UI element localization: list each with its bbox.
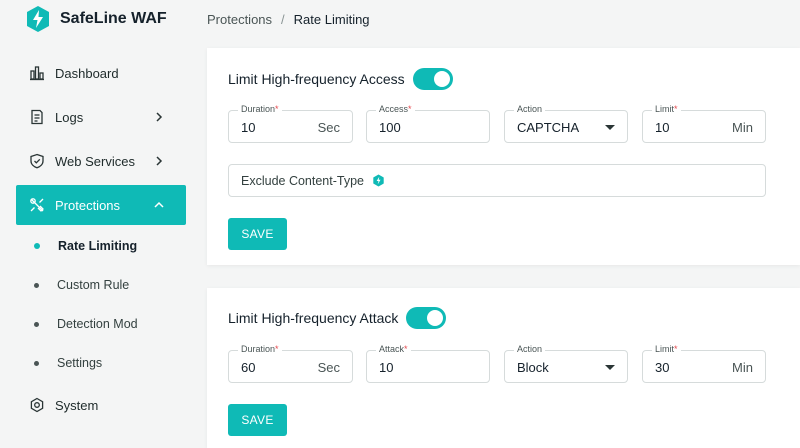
field-label: Duration* [238,104,282,114]
attack-action-select[interactable]: Action Block [504,344,628,383]
attack-card-header: Limit High-frequency Attack [228,307,447,329]
sidebar-item-web-services[interactable]: Web Services [16,141,186,181]
attack-enable-toggle[interactable] [406,307,447,329]
access-duration-field[interactable]: Duration* 10 Sec [228,104,353,143]
bullet-dot [34,360,39,366]
gear-icon [28,396,46,414]
access-card-title: Limit High-frequency Access [228,71,405,87]
sidebar-subitem-label: Settings [57,356,103,370]
tools-icon [28,196,46,214]
field-label: Limit* [652,104,681,114]
field-label: Limit* [652,344,681,354]
field-label: Attack* [376,344,411,354]
access-count-field[interactable]: Access* 100 [366,104,490,143]
document-icon [28,108,46,126]
attack-card-title: Limit High-frequency Attack [228,310,399,326]
safeline-logo-icon [27,6,49,32]
toggle-knob [427,310,444,326]
sidebar-subitem-custom-rule[interactable]: Custom Rule [30,273,129,297]
attack-count-field[interactable]: Attack* 10 [366,344,490,383]
field-label: Duration* [238,344,282,354]
action-value: CAPTCHA [517,120,580,135]
sidebar-item-protections[interactable]: Protections [16,185,186,225]
sidebar-item-dashboard[interactable]: Dashboard [16,53,186,93]
caret-down-icon [605,365,615,370]
help-icon[interactable] [372,174,385,187]
limit-unit: Min [732,360,753,375]
save-button[interactable]: SAVE [228,218,287,250]
breadcrumb-parent[interactable]: Protections [207,12,272,27]
breadcrumb: Protections / Rate Limiting [207,10,370,28]
breadcrumb-current: Rate Limiting [293,11,370,27]
limit-unit: Min [732,120,753,135]
limit-value: 10 [655,120,670,135]
sidebar-item-logs[interactable]: Logs [16,97,186,137]
attack-limit-field[interactable]: Limit* 30 Min [642,344,766,383]
field-label: Action [514,104,546,114]
bullet-dot [34,321,39,327]
toggle-knob [433,71,450,87]
sidebar-subitem-label: Detection Mod [57,317,138,331]
access-value: 100 [379,120,401,135]
shield-icon [28,152,46,170]
limit-value: 30 [655,360,670,375]
sidebar-item-label: System [55,397,99,413]
bar-chart-icon [28,64,46,82]
sidebar-item-system[interactable]: System [16,385,186,425]
chevron-right-icon [156,112,163,122]
attack-value: 10 [379,360,394,375]
chevron-up-icon [154,201,164,208]
exclude-content-type-label: Exclude Content-Type [241,173,364,188]
sidebar-item-label: Logs [55,109,84,125]
save-button[interactable]: SAVE [228,404,287,436]
brand[interactable]: SafeLine WAF [26,4,167,34]
sidebar: SafeLine WAF Dashboard Logs Web Services [0,0,200,448]
sidebar-item-label: Web Services [55,153,135,169]
field-label: Access* [376,104,415,114]
sidebar-subitem-detection-mod[interactable]: Detection Mod [30,312,138,336]
breadcrumb-separator: / [281,11,285,27]
access-enable-toggle[interactable] [412,68,453,90]
field-label: Action [514,344,546,354]
caret-down-icon [605,125,615,130]
action-value: Block [517,360,549,375]
sidebar-subitem-rate-limiting[interactable]: Rate Limiting [30,234,137,258]
brand-name: SafeLine WAF [60,10,167,27]
sidebar-subitem-label: Custom Rule [57,278,130,292]
sidebar-item-label: Dashboard [55,65,119,81]
chevron-right-icon [156,156,163,166]
bullet-dot [34,243,40,249]
duration-unit: Sec [317,120,340,135]
sidebar-item-label: Protections [55,197,121,213]
duration-value: 60 [241,360,256,375]
access-action-select[interactable]: Action CAPTCHA [504,104,628,143]
bullet-dot [34,282,39,288]
access-limit-card: Limit High-frequency Access Duration* 10… [207,48,800,265]
duration-value: 10 [241,120,256,135]
attack-limit-card: Limit High-frequency Attack Duration* 60… [207,288,800,448]
duration-unit: Sec [317,360,340,375]
sidebar-subitem-label: Rate Limiting [58,239,138,253]
access-card-header: Limit High-frequency Access [228,68,453,90]
attack-duration-field[interactable]: Duration* 60 Sec [228,344,353,383]
access-limit-field[interactable]: Limit* 10 Min [642,104,766,143]
sidebar-subitem-settings[interactable]: Settings [30,351,102,375]
exclude-content-type-field[interactable]: Exclude Content-Type [228,164,766,197]
